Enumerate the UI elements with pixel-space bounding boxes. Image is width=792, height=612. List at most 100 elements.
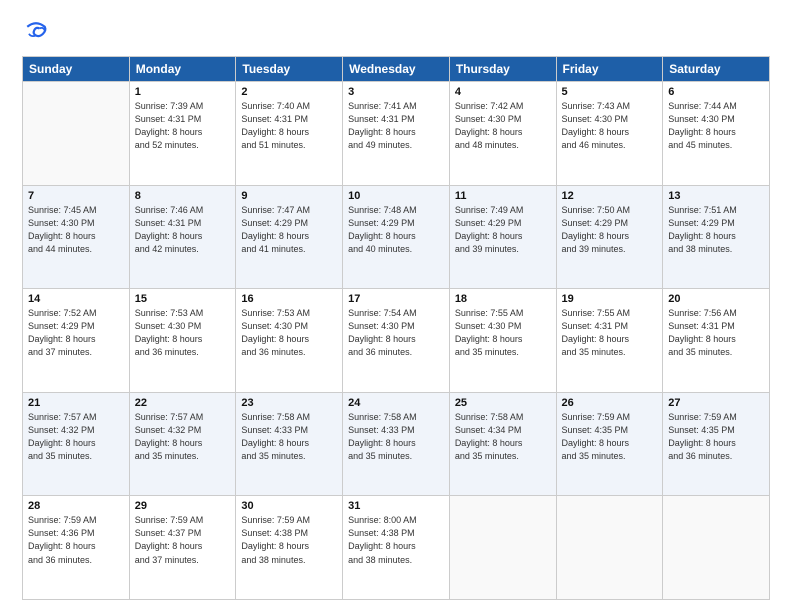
day-info: Sunrise: 7:50 AM Sunset: 4:29 PM Dayligh…: [562, 204, 658, 256]
calendar-week-row: 1 Sunrise: 7:39 AM Sunset: 4:31 PM Daylig…: [23, 82, 770, 186]
calendar-week-row: 14 Sunrise: 7:52 AM Sunset: 4:29 PM Dayli…: [23, 289, 770, 393]
day-info: Sunrise: 7:59 AM Sunset: 4:38 PM Dayligh…: [241, 514, 337, 566]
day-number: 5: [562, 86, 658, 98]
header-sunday: Sunday: [23, 57, 130, 82]
day-info: Sunrise: 7:49 AM Sunset: 4:29 PM Dayligh…: [455, 204, 551, 256]
day-number: 12: [562, 190, 658, 202]
day-number: 28: [28, 500, 124, 512]
calendar-cell: 1 Sunrise: 7:39 AM Sunset: 4:31 PM Daylig…: [129, 82, 236, 186]
calendar-week-row: 7 Sunrise: 7:45 AM Sunset: 4:30 PM Daylig…: [23, 185, 770, 289]
day-number: 11: [455, 190, 551, 202]
day-number: 29: [135, 500, 231, 512]
day-info: Sunrise: 7:58 AM Sunset: 4:34 PM Dayligh…: [455, 411, 551, 463]
calendar-cell: 28 Sunrise: 7:59 AM Sunset: 4:36 PM Dayli…: [23, 496, 130, 600]
calendar-cell: [556, 496, 663, 600]
calendar-cell: 5 Sunrise: 7:43 AM Sunset: 4:30 PM Daylig…: [556, 82, 663, 186]
calendar-cell: 15 Sunrise: 7:53 AM Sunset: 4:30 PM Dayli…: [129, 289, 236, 393]
day-info: Sunrise: 7:57 AM Sunset: 4:32 PM Dayligh…: [28, 411, 124, 463]
day-info: Sunrise: 8:00 AM Sunset: 4:38 PM Dayligh…: [348, 514, 444, 566]
calendar-cell: 13Sunrise: 7:51 AM Sunset: 4:29 PM Dayli…: [663, 185, 770, 289]
day-info: Sunrise: 7:51 AM Sunset: 4:29 PM Dayligh…: [668, 204, 764, 256]
calendar-cell: 30 Sunrise: 7:59 AM Sunset: 4:38 PM Dayli…: [236, 496, 343, 600]
day-info: Sunrise: 7:44 AM Sunset: 4:30 PM Dayligh…: [668, 100, 764, 152]
day-number: 14: [28, 293, 124, 305]
calendar-week-row: 28 Sunrise: 7:59 AM Sunset: 4:36 PM Dayli…: [23, 496, 770, 600]
day-number: 19: [562, 293, 658, 305]
day-number: 24: [348, 397, 444, 409]
day-number: 4: [455, 86, 551, 98]
day-info: Sunrise: 7:59 AM Sunset: 4:35 PM Dayligh…: [562, 411, 658, 463]
day-number: 20: [668, 293, 764, 305]
day-info: Sunrise: 7:59 AM Sunset: 4:37 PM Dayligh…: [135, 514, 231, 566]
header-monday: Monday: [129, 57, 236, 82]
day-info: Sunrise: 7:59 AM Sunset: 4:36 PM Dayligh…: [28, 514, 124, 566]
calendar-cell: 9Sunrise: 7:47 AM Sunset: 4:29 PM Daylig…: [236, 185, 343, 289]
day-number: 22: [135, 397, 231, 409]
day-info: Sunrise: 7:52 AM Sunset: 4:29 PM Dayligh…: [28, 307, 124, 359]
day-info: Sunrise: 7:54 AM Sunset: 4:30 PM Dayligh…: [348, 307, 444, 359]
day-number: 21: [28, 397, 124, 409]
day-number: 23: [241, 397, 337, 409]
day-info: Sunrise: 7:57 AM Sunset: 4:32 PM Dayligh…: [135, 411, 231, 463]
day-info: Sunrise: 7:41 AM Sunset: 4:31 PM Dayligh…: [348, 100, 444, 152]
calendar-cell: 4 Sunrise: 7:42 AM Sunset: 4:30 PM Daylig…: [449, 82, 556, 186]
day-number: 27: [668, 397, 764, 409]
header-friday: Friday: [556, 57, 663, 82]
day-number: 9: [241, 190, 337, 202]
calendar-cell: 24 Sunrise: 7:58 AM Sunset: 4:33 PM Dayli…: [343, 392, 450, 496]
day-number: 1: [135, 86, 231, 98]
calendar-cell: 6 Sunrise: 7:44 AM Sunset: 4:30 PM Daylig…: [663, 82, 770, 186]
calendar-cell: 31Sunrise: 8:00 AM Sunset: 4:38 PM Dayli…: [343, 496, 450, 600]
day-info: Sunrise: 7:39 AM Sunset: 4:31 PM Dayligh…: [135, 100, 231, 152]
calendar-cell: 2 Sunrise: 7:40 AM Sunset: 4:31 PM Daylig…: [236, 82, 343, 186]
calendar-cell: 20 Sunrise: 7:56 AM Sunset: 4:31 PM Dayli…: [663, 289, 770, 393]
calendar-cell: 3 Sunrise: 7:41 AM Sunset: 4:31 PM Daylig…: [343, 82, 450, 186]
day-number: 8: [135, 190, 231, 202]
calendar-week-row: 21 Sunrise: 7:57 AM Sunset: 4:32 PM Dayli…: [23, 392, 770, 496]
calendar: SundayMondayTuesdayWednesdayThursdayFrid…: [22, 56, 770, 600]
day-info: Sunrise: 7:58 AM Sunset: 4:33 PM Dayligh…: [348, 411, 444, 463]
calendar-cell: 23Sunrise: 7:58 AM Sunset: 4:33 PM Dayli…: [236, 392, 343, 496]
day-number: 16: [241, 293, 337, 305]
day-number: 26: [562, 397, 658, 409]
day-number: 18: [455, 293, 551, 305]
day-number: 15: [135, 293, 231, 305]
header-saturday: Saturday: [663, 57, 770, 82]
day-info: Sunrise: 7:53 AM Sunset: 4:30 PM Dayligh…: [241, 307, 337, 359]
logo: [22, 18, 54, 46]
calendar-header-row: SundayMondayTuesdayWednesdayThursdayFrid…: [23, 57, 770, 82]
day-number: 30: [241, 500, 337, 512]
calendar-cell: 16 Sunrise: 7:53 AM Sunset: 4:30 PM Dayli…: [236, 289, 343, 393]
day-info: Sunrise: 7:55 AM Sunset: 4:30 PM Dayligh…: [455, 307, 551, 359]
calendar-cell: 11 Sunrise: 7:49 AM Sunset: 4:29 PM Dayli…: [449, 185, 556, 289]
calendar-cell: 25Sunrise: 7:58 AM Sunset: 4:34 PM Dayli…: [449, 392, 556, 496]
calendar-cell: [663, 496, 770, 600]
calendar-cell: 8Sunrise: 7:46 AM Sunset: 4:31 PM Daylig…: [129, 185, 236, 289]
day-info: Sunrise: 7:48 AM Sunset: 4:29 PM Dayligh…: [348, 204, 444, 256]
day-info: Sunrise: 7:53 AM Sunset: 4:30 PM Dayligh…: [135, 307, 231, 359]
day-info: Sunrise: 7:55 AM Sunset: 4:31 PM Dayligh…: [562, 307, 658, 359]
day-info: Sunrise: 7:42 AM Sunset: 4:30 PM Dayligh…: [455, 100, 551, 152]
header: [22, 18, 770, 46]
day-number: 6: [668, 86, 764, 98]
calendar-cell: 7 Sunrise: 7:45 AM Sunset: 4:30 PM Daylig…: [23, 185, 130, 289]
header-thursday: Thursday: [449, 57, 556, 82]
calendar-cell: 21 Sunrise: 7:57 AM Sunset: 4:32 PM Dayli…: [23, 392, 130, 496]
day-number: 7: [28, 190, 124, 202]
header-tuesday: Tuesday: [236, 57, 343, 82]
page: SundayMondayTuesdayWednesdayThursdayFrid…: [0, 0, 792, 612]
day-info: Sunrise: 7:56 AM Sunset: 4:31 PM Dayligh…: [668, 307, 764, 359]
calendar-cell: 10Sunrise: 7:48 AM Sunset: 4:29 PM Dayli…: [343, 185, 450, 289]
calendar-cell: 19 Sunrise: 7:55 AM Sunset: 4:31 PM Dayli…: [556, 289, 663, 393]
header-wednesday: Wednesday: [343, 57, 450, 82]
calendar-cell: [23, 82, 130, 186]
day-number: 17: [348, 293, 444, 305]
calendar-cell: 26 Sunrise: 7:59 AM Sunset: 4:35 PM Dayli…: [556, 392, 663, 496]
calendar-cell: 22 Sunrise: 7:57 AM Sunset: 4:32 PM Dayli…: [129, 392, 236, 496]
day-info: Sunrise: 7:45 AM Sunset: 4:30 PM Dayligh…: [28, 204, 124, 256]
day-info: Sunrise: 7:43 AM Sunset: 4:30 PM Dayligh…: [562, 100, 658, 152]
day-number: 3: [348, 86, 444, 98]
day-info: Sunrise: 7:59 AM Sunset: 4:35 PM Dayligh…: [668, 411, 764, 463]
day-number: 2: [241, 86, 337, 98]
day-info: Sunrise: 7:40 AM Sunset: 4:31 PM Dayligh…: [241, 100, 337, 152]
